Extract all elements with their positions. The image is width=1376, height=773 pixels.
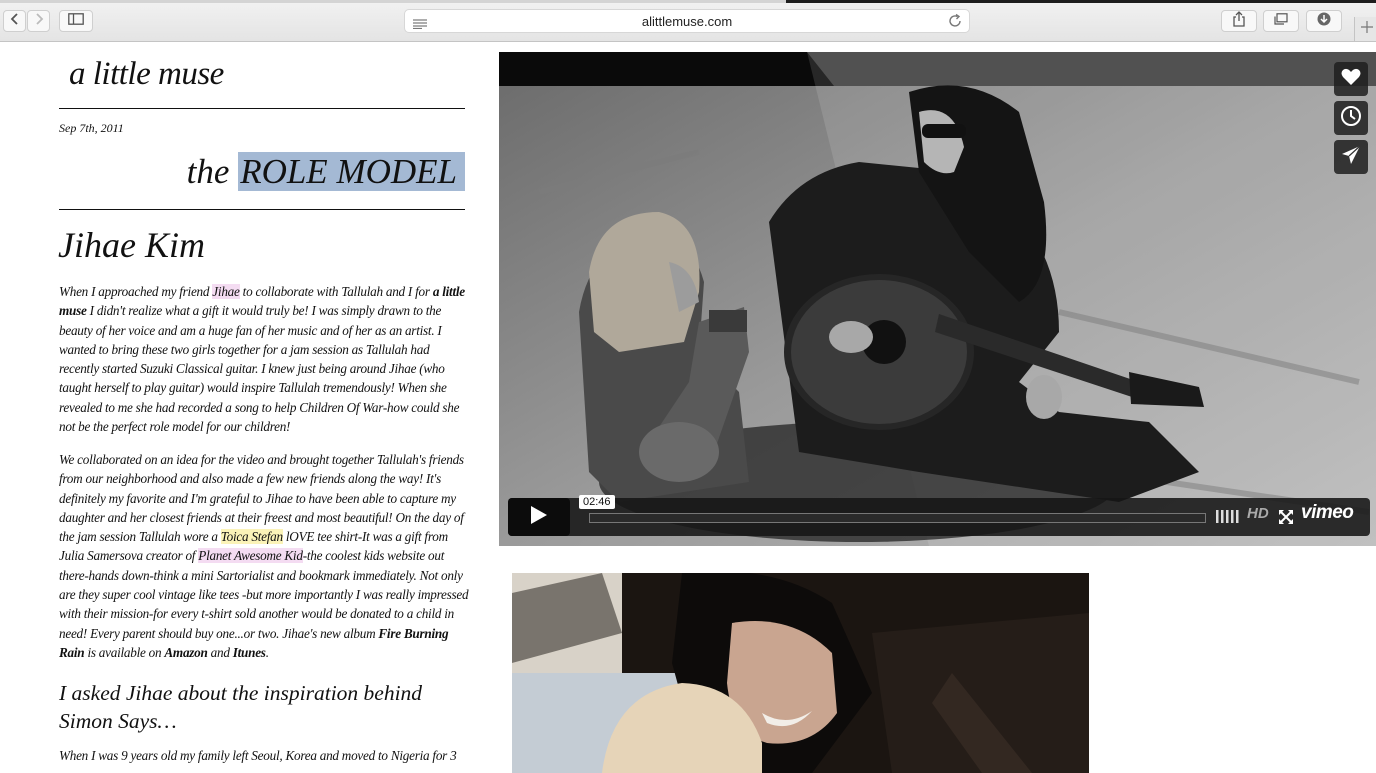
post-author: Jihae Kim	[58, 225, 205, 265]
heart-icon	[1341, 68, 1361, 91]
chevron-left-icon	[10, 12, 20, 31]
tabs-icon	[1274, 12, 1288, 30]
url-text: alittlemuse.com	[641, 14, 733, 29]
title-divider	[59, 108, 465, 109]
photo-image	[512, 573, 1089, 773]
chevron-right-icon	[34, 12, 44, 31]
back-button[interactable]	[3, 10, 26, 32]
post-date: Sep 7th, 2011	[59, 121, 124, 135]
forward-button[interactable]	[27, 10, 50, 32]
paragraph-2: We collaborated on an idea for the video…	[59, 452, 469, 660]
blog-title[interactable]: a little muse	[69, 56, 224, 93]
section-subheading: I asked Jihae about the inspiration behi…	[59, 681, 423, 733]
progress-bar[interactable]	[589, 513, 1206, 523]
reload-icon[interactable]	[947, 13, 963, 34]
hd-toggle[interactable]: HD	[1247, 505, 1269, 522]
new-tab-button[interactable]	[1354, 17, 1376, 41]
vimeo-video-player[interactable]: 02:46 HD vimeo	[499, 52, 1376, 546]
post-title-highlight: ROLE MODEL	[238, 152, 465, 191]
browser-toolbar: alittlemuse.com	[0, 0, 1376, 42]
timecode: 02:46	[579, 495, 615, 509]
watch-later-button[interactable]	[1334, 101, 1368, 135]
post-title-prefix: the	[186, 152, 230, 191]
paragraph-1: When I approached my friend Jihae to col…	[59, 284, 465, 435]
share-button[interactable]	[1221, 10, 1257, 32]
toica-stefan-link[interactable]: Toica Stefan	[220, 529, 283, 545]
tabs-button[interactable]	[1263, 10, 1299, 32]
post-photo	[512, 573, 1089, 773]
clock-icon	[1340, 105, 1362, 132]
downloads-button[interactable]	[1306, 10, 1342, 32]
play-icon	[530, 505, 548, 530]
video-frame	[499, 52, 1376, 546]
fullscreen-icon[interactable]	[1279, 510, 1293, 529]
sidebar-icon	[68, 12, 84, 30]
share-video-button[interactable]	[1334, 140, 1368, 174]
plus-icon	[1360, 20, 1373, 38]
planet-awesome-kid-link[interactable]: Planet Awesome Kid	[198, 548, 303, 564]
player-controls: 02:46 HD vimeo	[508, 495, 1370, 536]
volume-bars-icon[interactable]	[1216, 510, 1240, 528]
jihae-link[interactable]: Jihae	[212, 284, 240, 299]
sidebar-button[interactable]	[59, 10, 93, 32]
paragraph-3: When I was 9 years old my family left Se…	[59, 748, 457, 763]
paper-plane-icon	[1341, 145, 1361, 170]
window-top-border	[0, 0, 1376, 3]
share-icon	[1232, 10, 1246, 32]
vimeo-logo[interactable]: vimeo	[1301, 502, 1354, 524]
address-bar[interactable]: alittlemuse.com	[404, 9, 970, 33]
post-title-divider	[59, 209, 465, 210]
download-icon	[1317, 12, 1331, 31]
play-button[interactable]	[508, 498, 570, 536]
post-title: the ROLE MODEL	[187, 150, 465, 194]
like-button[interactable]	[1334, 62, 1368, 96]
